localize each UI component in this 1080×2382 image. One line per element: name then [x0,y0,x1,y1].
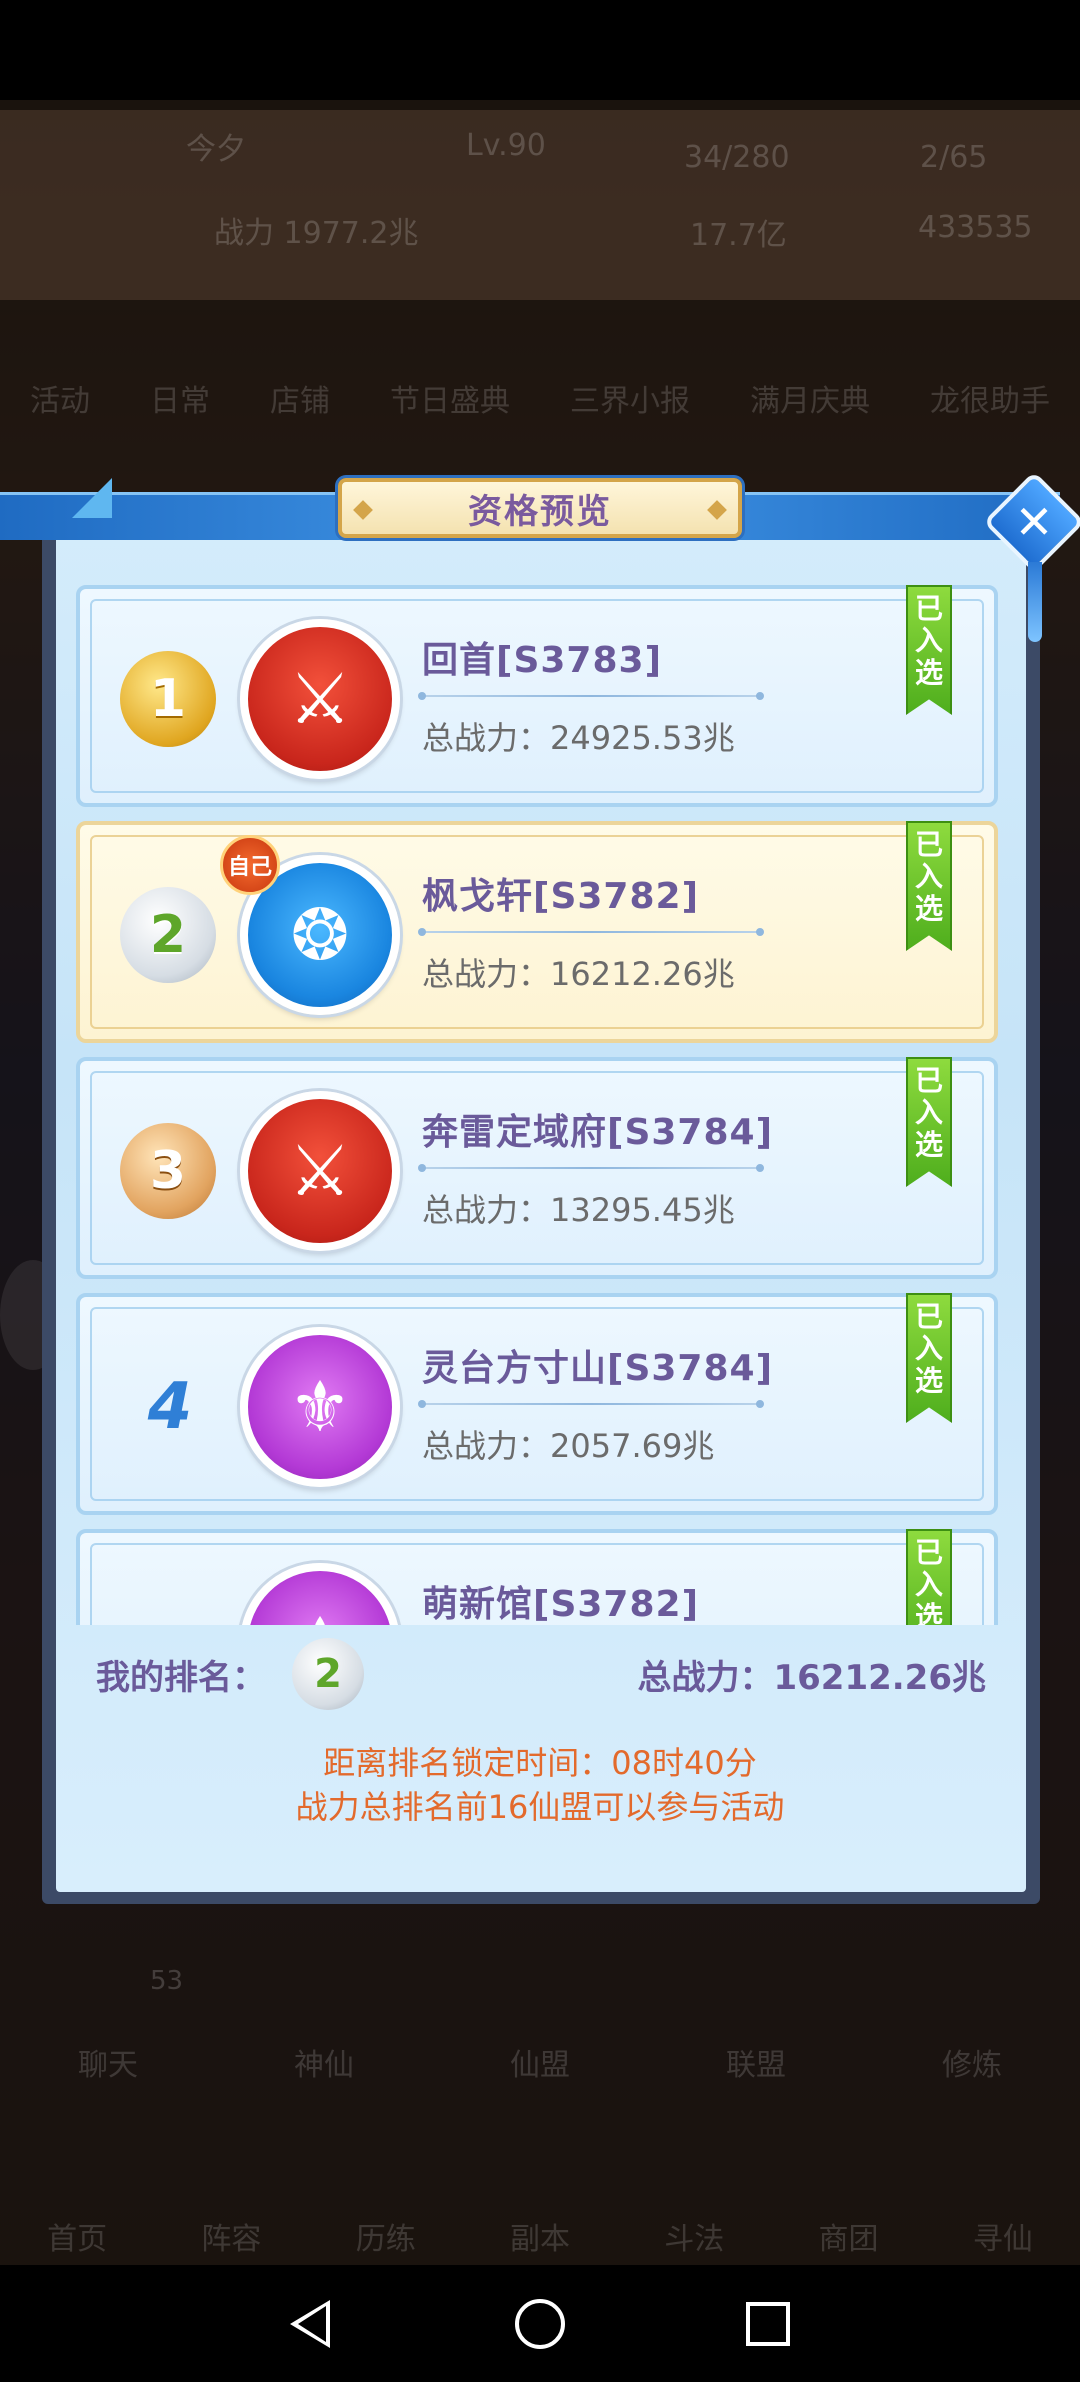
divider [418,1400,764,1408]
player-name: 今夕 [186,132,246,167]
eligibility-notice: 战力总排名前16仙盟可以参与活动 [295,1788,785,1826]
home-icon[interactable] [514,2298,565,2349]
close-icon[interactable]: ✕ [998,486,1070,558]
bottom-function-row: 聊天 神仙 仙盟 联盟 修炼 [0,2040,1080,2084]
guild-power: 总战力：13295.45兆 [422,1191,735,1229]
system-navigation-bar [0,2265,1080,2382]
dialog-title: 资格预览 [468,491,612,532]
my-rank-medal-icon: 2 [292,1638,364,1710]
guild-emblem-icon: ⚔ [240,619,400,779]
nav-battle-tab: 斗法 [664,2222,725,2257]
menu-activity: 活动 [30,384,90,419]
guild-name: 回首[S3783] [422,640,663,681]
rank-2-medal-icon: 2 [120,887,216,983]
menu-news: 三界小报 [570,384,690,419]
my-rank-label: 我的排名： [96,1658,266,1698]
stat-gems: 433535 [918,210,1033,245]
guild-name: 萌新馆[S3782] [422,1584,700,1625]
rank-3-medal-icon: 3 [120,1123,216,1219]
selected-tag: 已入选 [906,821,952,951]
nav-seek-tab: 寻仙 [972,2222,1033,2257]
selected-tag: 已入选 [906,585,952,715]
tassel-decoration [1028,562,1042,642]
chat-badge: 53 [150,1966,184,1996]
nav-lineup-tab: 阵容 [201,2222,262,2257]
guild-power: 总战力：2057.69兆 [422,1427,715,1465]
selected-tag: 已入选 [906,1293,952,1423]
stat-stamina: 34/280 [684,140,790,175]
divider [418,692,764,700]
back-icon[interactable] [290,2299,334,2348]
top-menu-row: 活动 日常 店铺 节日盛典 三界小报 满月庆典 龙很助手 [0,376,1080,420]
lock-time-notice: 距离排名锁定时间：08时40分 [323,1744,757,1782]
selected-tag: 已入选 [906,1057,952,1187]
nav-dungeon-tab: 副本 [509,2222,570,2257]
menu-helper: 龙很助手 [930,384,1050,419]
selected-tag: 已入选 [906,1529,952,1625]
rank-1-medal-icon: 1 [120,651,216,747]
menu-festival: 节日盛典 [390,384,510,419]
guild-emblem-icon: ⚔ [240,1091,400,1251]
guild-name: 奔雷定域府[S3784] [422,1112,774,1153]
nav-trial-tab: 历练 [355,2222,416,2257]
dialog-title-plaque: 资格预览 [338,478,742,538]
stat-energy: 2/65 [920,140,988,175]
func-alliance: 联盟 [726,2048,786,2083]
func-gods: 神仙 [294,2048,354,2083]
divider [418,928,764,936]
wing-decoration-icon [12,478,112,518]
rank-number: 4 [147,1370,193,1444]
ranking-entry: ⚜ 萌新馆[S3782] 已入选 [76,1529,998,1625]
stat-gold: 17.7亿 [690,218,787,253]
ranking-entry: 3 ⚔ 奔雷定域府[S3784] 总战力：13295.45兆 已入选 [76,1057,998,1279]
nav-merchant-tab: 商团 [818,2222,879,2257]
func-guild: 仙盟 [510,2048,570,2083]
recent-apps-icon[interactable] [745,2301,790,2346]
bottom-nav-row: 首页 阵容 历练 副本 斗法 商团 寻仙 [0,2214,1080,2258]
divider [418,1164,764,1172]
ranking-list[interactable]: 1 ⚔ 回首[S3783] 总战力：24925.53兆 已入选 2 ❂ 自己 枫… [76,585,998,1625]
player-power: 战力 1977.2兆 [214,216,419,251]
guild-name: 灵台方寸山[S3784] [422,1348,774,1389]
guild-power: 总战力：16212.26兆 [422,955,735,993]
nav-home-tab: 首页 [47,2222,108,2257]
player-level: Lv.90 [466,128,546,163]
func-cultivate: 修炼 [942,2048,1002,2083]
guild-emblem-icon: ⚜ [240,1327,400,1487]
my-total-power: 总战力：16212.26兆 [637,1658,986,1698]
guild-name: 枫戈轩[S3782] [422,876,700,917]
guild-power: 总战力：24925.53兆 [422,719,735,757]
self-badge: 自己 [220,835,280,895]
ranking-entry-self: 2 ❂ 自己 枫戈轩[S3782] 总战力：16212.26兆 已入选 [76,821,998,1043]
ranking-entry: 4 ⚜ 灵台方寸山[S3784] 总战力：2057.69兆 已入选 [76,1293,998,1515]
menu-daily: 日常 [150,384,210,419]
menu-shop: 店铺 [270,384,330,419]
ranking-entry: 1 ⚔ 回首[S3783] 总战力：24925.53兆 已入选 [76,585,998,807]
menu-celebration: 满月庆典 [750,384,870,419]
func-chat: 聊天 [78,2048,138,2083]
